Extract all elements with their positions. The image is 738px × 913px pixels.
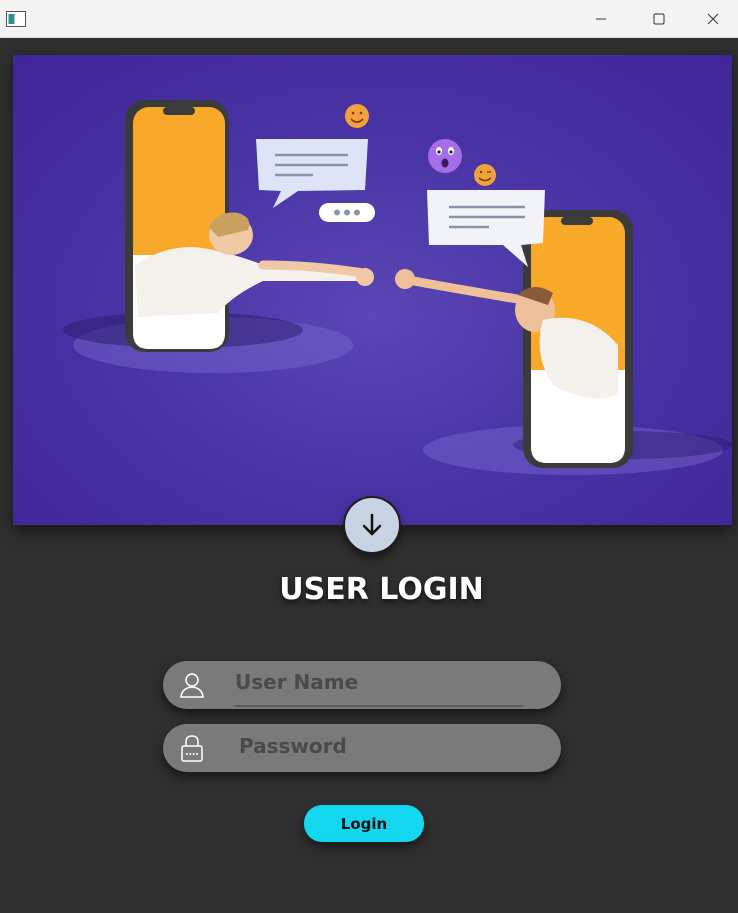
minimize-button[interactable] [572, 0, 630, 38]
username-input[interactable] [235, 667, 523, 707]
left-speech-bubble [256, 139, 368, 208]
surprised-emoji-icon [428, 139, 462, 173]
maximize-button[interactable] [630, 0, 688, 38]
minimize-icon [596, 18, 606, 20]
arrow-down-icon [362, 513, 382, 536]
app-window-icon [6, 11, 26, 27]
user-icon [180, 673, 204, 698]
page-title: USER LOGIN [279, 572, 484, 607]
hero-banner [13, 55, 732, 525]
maximize-icon [653, 13, 665, 25]
password-input[interactable] [239, 730, 529, 762]
close-button[interactable] [688, 0, 738, 38]
two-phones-chat-illustration [63, 100, 732, 475]
scroll-down-button[interactable] [343, 496, 401, 554]
password-field[interactable] [163, 724, 561, 772]
close-icon [707, 13, 719, 25]
smile-emoji-icon [345, 104, 369, 128]
window-titlebar [0, 0, 738, 38]
username-field[interactable] [163, 661, 561, 709]
login-button[interactable]: Login [304, 805, 424, 842]
wink-emoji-icon [474, 164, 496, 186]
typing-indicator [319, 203, 375, 222]
lock-icon [181, 735, 203, 762]
